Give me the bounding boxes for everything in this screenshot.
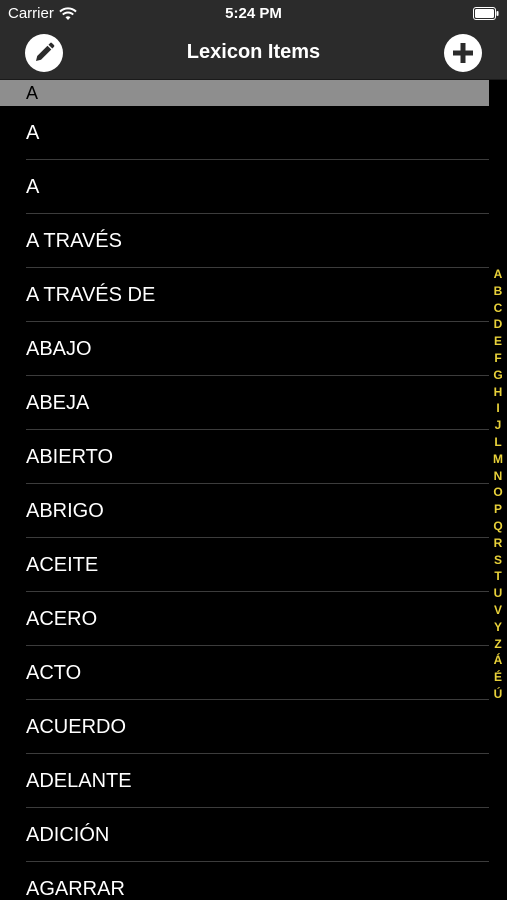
lexicon-list[interactable]: A AAA TRAVÉS A TRAVÉS DE ABAJO ABEJA ABIERTO…	[0, 80, 489, 900]
list-item-label: ACEITE	[26, 553, 99, 576]
index-letter[interactable]: S	[494, 552, 502, 569]
list-item-label: ACTO	[26, 661, 82, 684]
nav-title: Lexicon Items	[186, 41, 321, 63]
list-item[interactable]: ADELANTE	[0, 754, 489, 808]
list-item-label: AGARRAR	[26, 877, 125, 900]
list-item[interactable]: ACTO	[0, 646, 489, 700]
index-letter[interactable]: U	[494, 585, 503, 602]
list-item-label: A	[26, 121, 40, 144]
index-letter[interactable]: Ú	[494, 686, 503, 703]
index-letter[interactable]: P	[494, 501, 502, 518]
list-item-label: ABRIGO	[26, 499, 104, 522]
list-item-label: A TRAVÉS	[26, 229, 122, 252]
list-item[interactable]: ABAJO	[0, 322, 489, 376]
index-letter[interactable]: D	[494, 316, 503, 333]
navigation-bar: Lexicon Items	[0, 28, 507, 80]
list-item[interactable]: ABRIGO	[0, 484, 489, 538]
index-letter[interactable]: F	[494, 350, 501, 367]
index-letter[interactable]: L	[494, 434, 501, 451]
status-time: 5:24 PM	[225, 5, 282, 22]
index-letter[interactable]: C	[494, 300, 503, 317]
list-item-label: ACERO	[26, 607, 98, 630]
index-letter[interactable]: B	[494, 283, 503, 300]
list-item-label: A	[26, 175, 40, 198]
list-item[interactable]: ACERO	[0, 592, 489, 646]
index-letter[interactable]: V	[494, 602, 502, 619]
list-item-label: A TRAVÉS DE	[26, 283, 156, 306]
section-index[interactable]: ABCDEFGHIJLMNOPQRSTUVYZÁÉÚ	[491, 266, 505, 703]
index-letter[interactable]: G	[493, 367, 502, 384]
list-item-label: ABEJA	[26, 391, 90, 414]
index-letter[interactable]: T	[494, 568, 501, 585]
list-item[interactable]: AGARRAR	[0, 862, 489, 900]
list-item[interactable]: ABIERTO	[0, 430, 489, 484]
index-letter[interactable]: Z	[494, 636, 501, 653]
index-letter[interactable]: E	[494, 333, 502, 350]
screen: Carrier 5:24 PM Lexicon Items A A A A TR…	[0, 0, 507, 900]
list-item[interactable]: ACEITE	[0, 538, 489, 592]
list-item[interactable]: ACUERDO	[0, 700, 489, 754]
list-item-label: ABIERTO	[26, 445, 114, 468]
list-item-label: ACUERDO	[26, 715, 127, 738]
battery-icon	[473, 7, 499, 20]
index-letter[interactable]: N	[494, 468, 503, 485]
index-letter[interactable]: H	[494, 384, 503, 401]
index-letter[interactable]: A	[494, 266, 503, 283]
list-item-label: ADELANTE	[26, 769, 132, 792]
list-item[interactable]: A	[0, 160, 489, 214]
index-letter[interactable]: J	[495, 417, 502, 434]
plus-icon	[453, 43, 473, 63]
index-letter[interactable]: O	[493, 484, 502, 501]
index-letter[interactable]: É	[494, 669, 502, 686]
list-item-label: ABAJO	[26, 337, 92, 360]
index-letter[interactable]: Y	[494, 619, 502, 636]
add-button[interactable]	[444, 34, 482, 72]
list-item[interactable]: A TRAVÉS DE	[0, 268, 489, 322]
status-bar: Carrier 5:24 PM	[0, 0, 507, 28]
index-letter[interactable]: Á	[494, 652, 503, 669]
list-item[interactable]: ADICIÓN	[0, 808, 489, 862]
list-item[interactable]: A TRAVÉS	[0, 214, 489, 268]
list-item[interactable]: ABEJA	[0, 376, 489, 430]
index-letter[interactable]: R	[494, 535, 503, 552]
list-item[interactable]: A	[0, 106, 489, 160]
list-item-label: ADICIÓN	[26, 823, 110, 846]
index-letter[interactable]: M	[493, 451, 503, 468]
index-letter[interactable]: I	[496, 400, 499, 417]
section-header: A	[0, 80, 489, 106]
index-letter[interactable]: Q	[493, 518, 502, 535]
